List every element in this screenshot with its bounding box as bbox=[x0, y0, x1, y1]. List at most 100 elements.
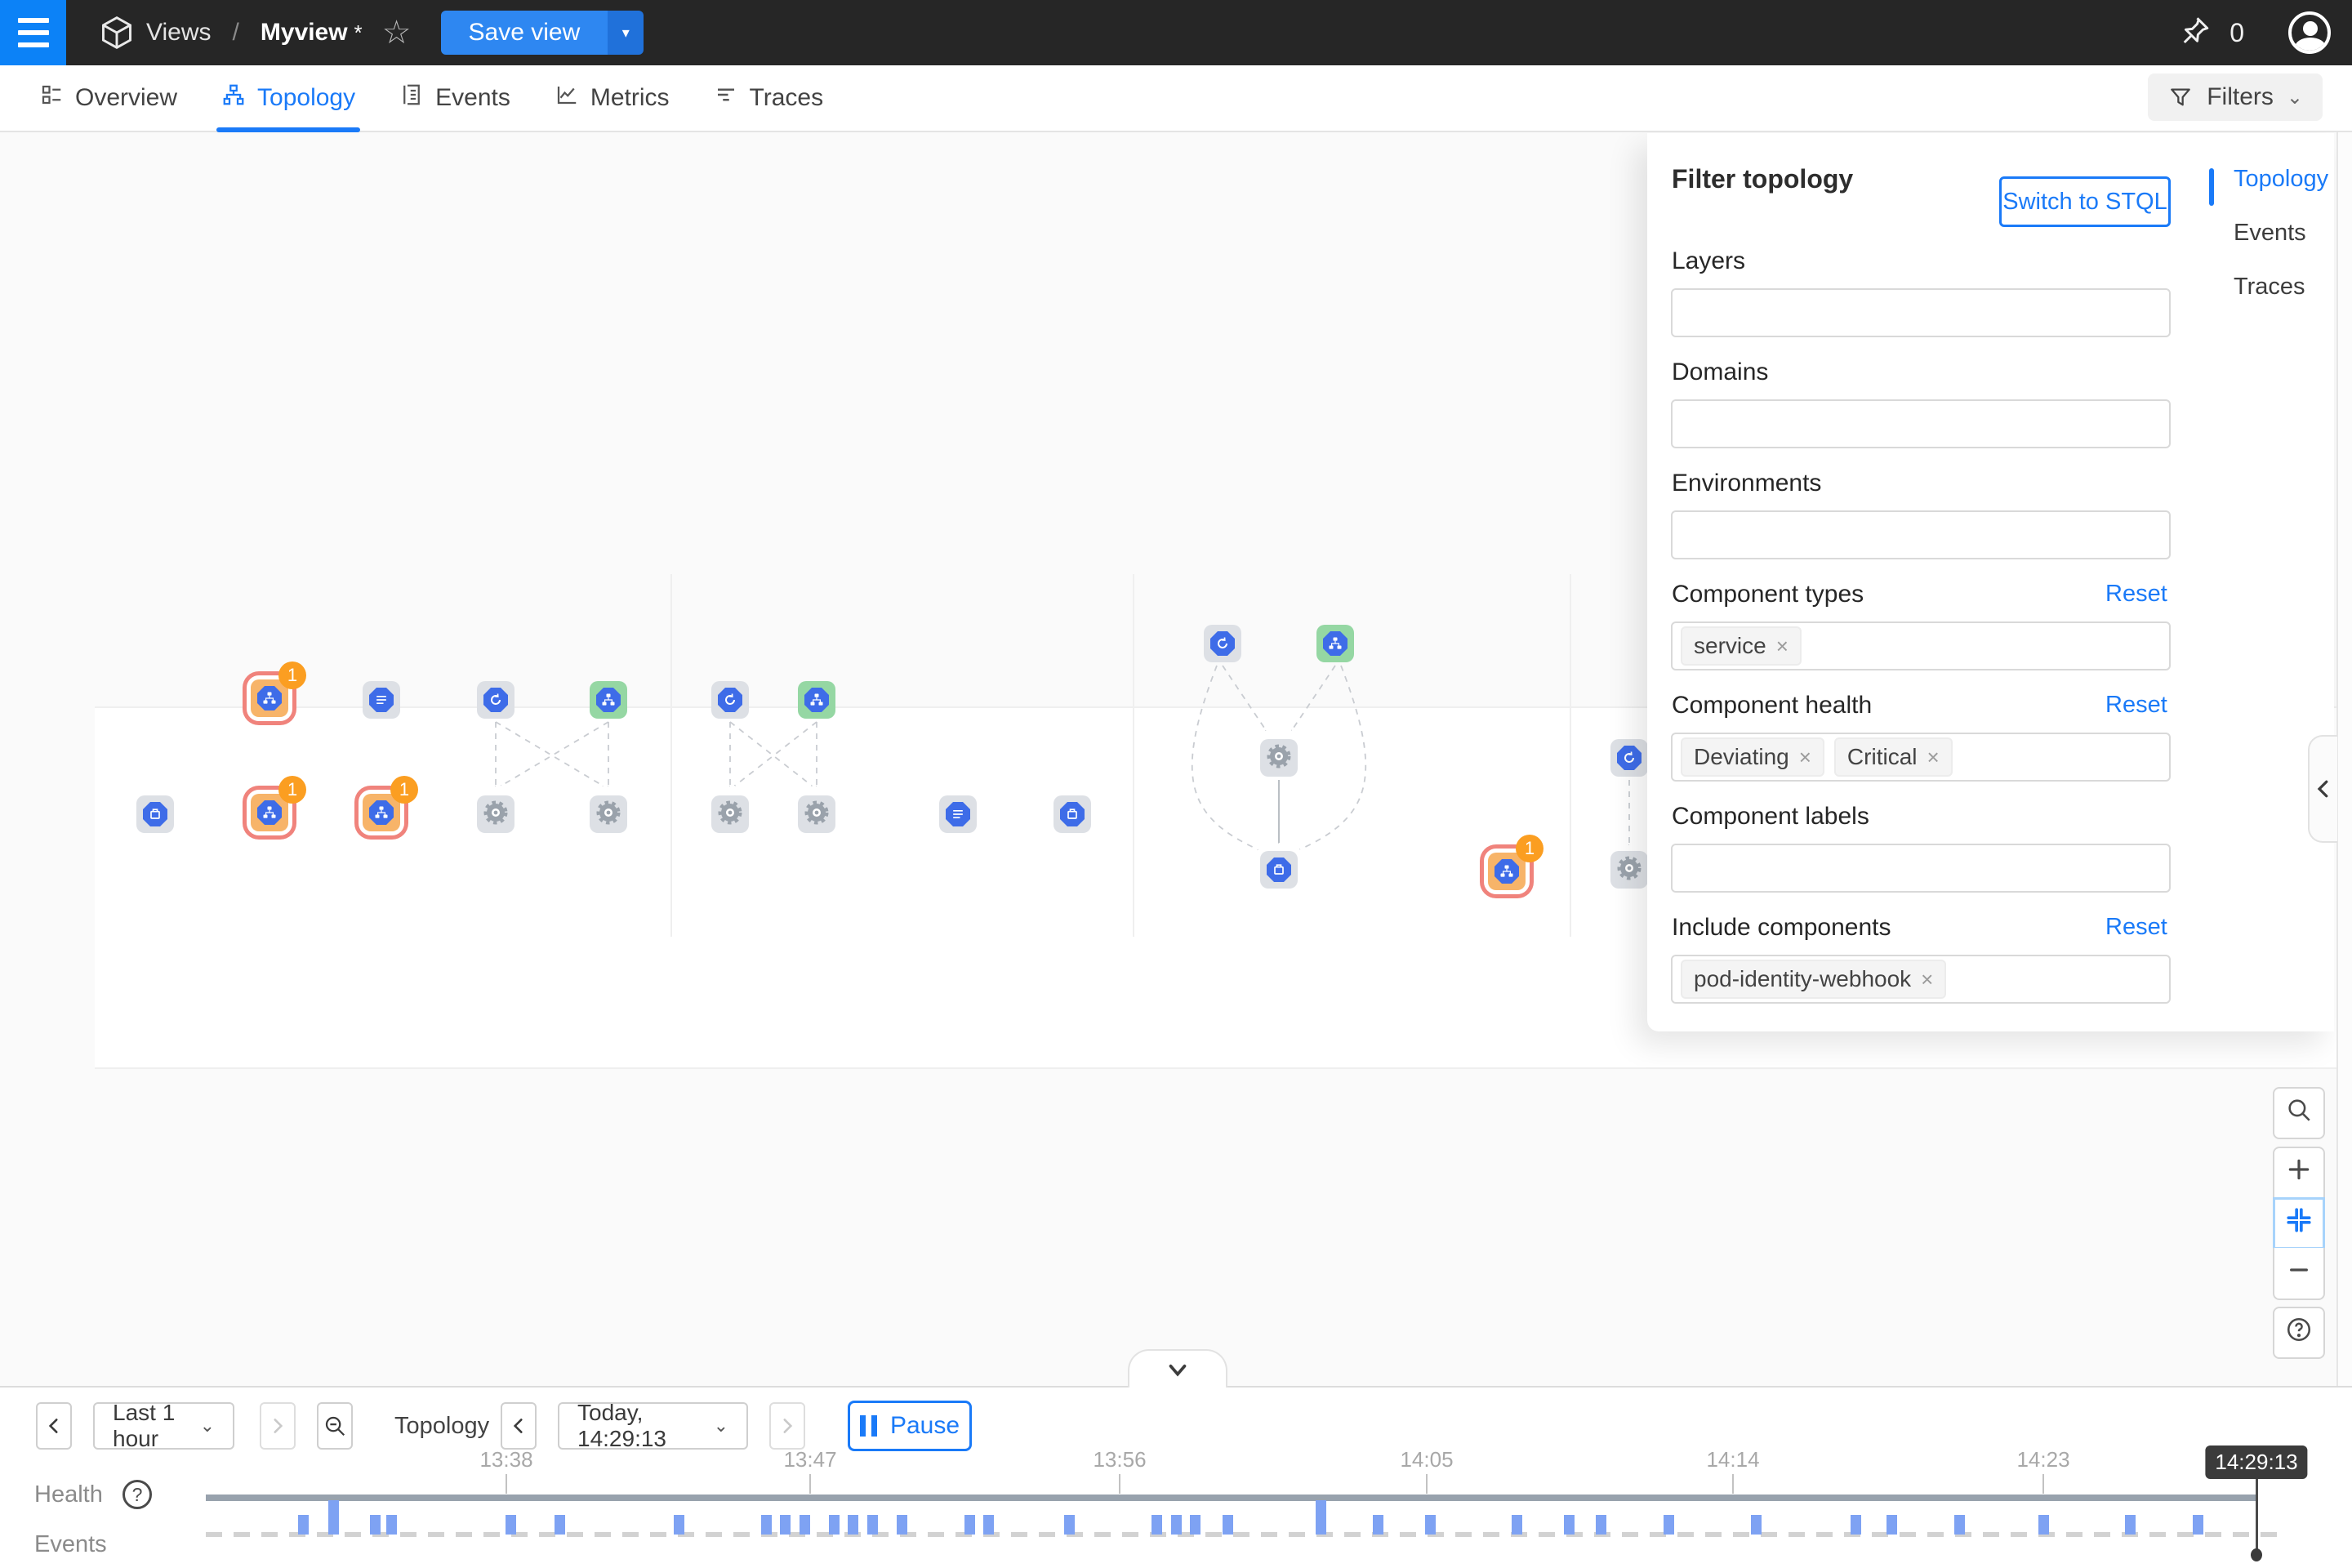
panel-nav-topology[interactable]: Topology bbox=[2209, 166, 2332, 193]
filter-topology-panel: Filter topology Switch to STQL TopologyE… bbox=[1647, 133, 2334, 1031]
pause-button[interactable]: Pause bbox=[848, 1401, 972, 1451]
topology-node[interactable] bbox=[1610, 851, 1648, 889]
band-divider bbox=[670, 574, 672, 937]
component-health-input[interactable]: Deviating ×Critical × bbox=[1671, 733, 2171, 782]
sync-icon bbox=[483, 688, 508, 712]
save-view-caret-button[interactable]: ▾ bbox=[608, 11, 644, 55]
topology-node[interactable] bbox=[1204, 625, 1241, 662]
hamburger-menu-button[interactable] bbox=[0, 0, 66, 65]
topology-node[interactable] bbox=[1054, 795, 1091, 833]
breadcrumb-views[interactable]: Views bbox=[146, 19, 211, 47]
reset-link[interactable]: Reset bbox=[2105, 692, 2167, 719]
time-tick-label: 14:05 bbox=[1400, 1447, 1453, 1472]
event-bar bbox=[1512, 1515, 1522, 1535]
topology-node[interactable] bbox=[711, 681, 749, 719]
current-time-badge[interactable]: 14:29:13 bbox=[2205, 1446, 2307, 1479]
environments-input[interactable] bbox=[1671, 510, 2171, 559]
topology-node[interactable]: 1 bbox=[363, 794, 400, 831]
reset-link[interactable]: Reset bbox=[2105, 914, 2167, 941]
component-labels-input[interactable] bbox=[1671, 844, 2171, 893]
current-time-dropdown[interactable]: Today, 14:29:13 ⌄ bbox=[558, 1402, 748, 1450]
layers-input[interactable] bbox=[1671, 288, 2171, 337]
chip-remove-icon[interactable]: × bbox=[1927, 745, 1939, 770]
save-view-button[interactable]: Save view bbox=[441, 11, 608, 55]
event-bar bbox=[800, 1515, 810, 1535]
user-avatar[interactable] bbox=[2288, 11, 2331, 54]
tab-topology[interactable]: Topology bbox=[216, 65, 360, 131]
topology-node[interactable] bbox=[363, 681, 400, 719]
zoom-out-time-button[interactable] bbox=[317, 1402, 353, 1450]
topology-node[interactable]: 1 bbox=[251, 794, 288, 831]
chip-remove-icon[interactable]: × bbox=[1921, 967, 1933, 992]
timeline-mode-label: Topology bbox=[394, 1413, 489, 1440]
panel-collapse-handle[interactable] bbox=[2308, 735, 2337, 843]
service-icon bbox=[369, 800, 394, 825]
pin-icon[interactable] bbox=[2177, 14, 2212, 52]
event-bar bbox=[829, 1515, 840, 1535]
tab-events[interactable]: Events bbox=[394, 65, 515, 131]
topology-node[interactable] bbox=[590, 795, 627, 833]
topology-node[interactable] bbox=[136, 795, 174, 833]
topology-node[interactable] bbox=[939, 795, 977, 833]
zoom-out-button[interactable] bbox=[2273, 1248, 2325, 1300]
domains-input[interactable] bbox=[1671, 399, 2171, 448]
event-bar bbox=[1316, 1500, 1326, 1535]
events-row-label: Events bbox=[34, 1531, 107, 1558]
include-components-input[interactable]: pod-identity-webhook × bbox=[1671, 955, 2171, 1004]
topology-node[interactable]: 1 bbox=[1488, 853, 1526, 890]
gear-icon bbox=[716, 799, 744, 831]
chevron-down-icon: ⌄ bbox=[2287, 86, 2303, 109]
minus-icon bbox=[2286, 1256, 2312, 1290]
time-range-forward-button[interactable] bbox=[260, 1402, 296, 1450]
fit-to-screen-button[interactable] bbox=[2273, 1197, 2325, 1250]
topology-node[interactable] bbox=[590, 681, 627, 719]
topology-node[interactable] bbox=[798, 681, 835, 719]
time-range-dropdown[interactable]: Last 1 hour ⌄ bbox=[93, 1402, 234, 1450]
topology-node[interactable] bbox=[1260, 851, 1298, 889]
filter-chip[interactable]: pod-identity-webhook × bbox=[1681, 960, 1946, 999]
chevron-left-icon bbox=[508, 1415, 529, 1437]
filter-section-label: Layers bbox=[1672, 247, 1745, 275]
service-icon bbox=[596, 688, 621, 712]
filters-button[interactable]: Filters ⌄ bbox=[2148, 74, 2323, 121]
topology-node[interactable] bbox=[477, 681, 514, 719]
event-bar bbox=[1751, 1515, 1762, 1535]
topology-node[interactable]: 1 bbox=[251, 679, 288, 717]
topology-node[interactable] bbox=[798, 795, 835, 833]
pod-icon bbox=[143, 802, 167, 826]
zoom-in-button[interactable] bbox=[2273, 1147, 2325, 1199]
right-rail bbox=[2336, 132, 2352, 1386]
time-forward-button[interactable] bbox=[769, 1402, 805, 1450]
reset-link[interactable]: Reset bbox=[2105, 581, 2167, 608]
event-bar bbox=[1851, 1515, 1861, 1535]
filter-chip[interactable]: Critical × bbox=[1834, 737, 1953, 777]
component-types-input[interactable]: service × bbox=[1671, 621, 2171, 670]
search-button[interactable] bbox=[2273, 1087, 2325, 1139]
switch-to-stql-button[interactable]: Switch to STQL bbox=[1999, 176, 2171, 227]
panel-nav-events[interactable]: Events bbox=[2209, 220, 2332, 247]
time-tick-mark bbox=[1732, 1474, 1734, 1494]
topology-node[interactable] bbox=[1260, 739, 1298, 777]
topology-node[interactable] bbox=[1316, 625, 1354, 662]
help-button[interactable] bbox=[2273, 1307, 2325, 1359]
tab-bar: Overview Topology Events Metrics Traces Filt… bbox=[0, 65, 2352, 132]
topology-node[interactable] bbox=[711, 795, 749, 833]
timeline-collapse-tab[interactable] bbox=[1128, 1349, 1227, 1388]
tab-metrics[interactable]: Metrics bbox=[550, 65, 675, 131]
favorite-star-icon[interactable]: ☆ bbox=[382, 16, 412, 49]
health-help-icon[interactable]: ? bbox=[122, 1480, 152, 1509]
chip-remove-icon[interactable]: × bbox=[1776, 634, 1788, 659]
topology-node[interactable] bbox=[1610, 739, 1648, 777]
panel-nav-traces[interactable]: Traces bbox=[2209, 274, 2332, 301]
topology-node[interactable] bbox=[477, 795, 514, 833]
filter-chip[interactable]: Deviating × bbox=[1681, 737, 1824, 777]
time-range-back-button[interactable] bbox=[36, 1402, 72, 1450]
event-bar bbox=[1886, 1515, 1897, 1535]
tab-overview[interactable]: Overview bbox=[34, 65, 182, 131]
tab-traces[interactable]: Traces bbox=[709, 65, 829, 131]
chip-remove-icon[interactable]: × bbox=[1799, 745, 1811, 770]
time-back-button[interactable] bbox=[501, 1402, 537, 1450]
filter-chip[interactable]: service × bbox=[1681, 626, 1802, 666]
event-bar bbox=[867, 1515, 878, 1535]
list-icon bbox=[946, 802, 970, 826]
